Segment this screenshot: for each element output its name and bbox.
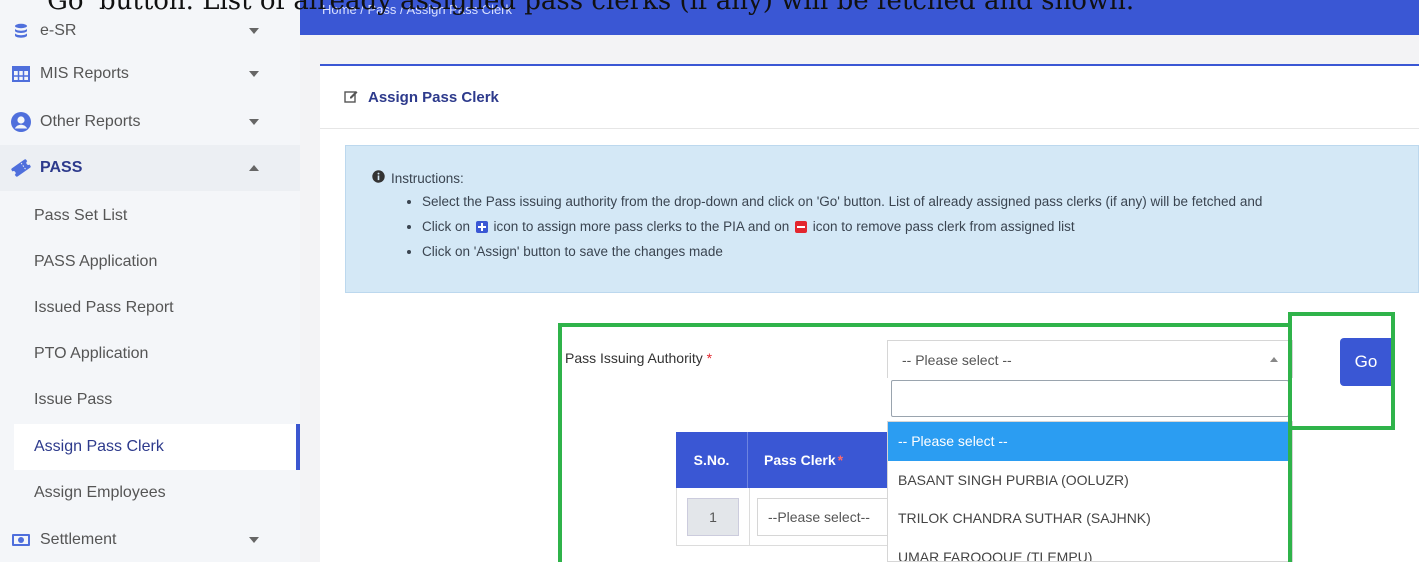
sidebar: e-SR MIS Reports Other Reports PASS Pass… xyxy=(0,0,300,562)
database-icon xyxy=(10,23,32,39)
instructions-list: Select the Pass issuing authority from t… xyxy=(422,192,1262,267)
pia-select-value: -- Please select -- xyxy=(902,351,1012,368)
instructions-title: Instructions: xyxy=(391,170,464,186)
sidebar-item-pass-set-list[interactable]: Pass Set List xyxy=(0,193,300,239)
sidebar-item-label: MIS Reports xyxy=(40,65,129,82)
table-row: 1 --Please select-- xyxy=(676,488,897,546)
sidebar-item-label: Other Reports xyxy=(40,113,141,130)
go-button[interactable]: Go xyxy=(1340,338,1392,386)
sidebar-item-pass-application[interactable]: PASS Application xyxy=(0,239,300,285)
instruction-item: Select the Pass issuing authority from t… xyxy=(422,192,1262,217)
minus-square-icon xyxy=(794,221,807,233)
pia-label: Pass Issuing Authority * xyxy=(565,350,713,366)
edit-icon xyxy=(344,89,358,106)
chevron-down-icon xyxy=(249,517,259,562)
user-circle-icon xyxy=(10,111,32,133)
sidebar-item-label: Settlement xyxy=(40,531,117,548)
sidebar-item-label: PASS xyxy=(40,159,83,176)
sidebar-item-issued-pass-report[interactable]: Issued Pass Report xyxy=(0,285,300,331)
table-icon xyxy=(10,66,32,82)
sidebar-item-settlement[interactable]: Settlement xyxy=(0,517,300,562)
sidebar-item-other-reports[interactable]: Other Reports xyxy=(0,99,300,145)
sidebar-item-assign-employees[interactable]: Assign Employees xyxy=(0,470,300,516)
card-header: Assign Pass Clerk xyxy=(320,66,1419,129)
chevron-up-icon xyxy=(249,145,259,191)
sidebar-item-issue-pass[interactable]: Issue Pass xyxy=(0,377,300,423)
sidebar-item-pto-application[interactable]: PTO Application xyxy=(0,331,300,377)
instruction-item: Click on icon to assign more pass clerks… xyxy=(422,217,1262,242)
dropdown-option[interactable]: TRILOK CHANDRA SUTHAR (SAJHNK) xyxy=(888,499,1292,538)
instruction-item: Click on 'Assign' button to save the cha… xyxy=(422,242,1262,267)
dropdown-option[interactable]: -- Please select -- xyxy=(888,422,1292,461)
pass-clerk-select[interactable]: --Please select-- xyxy=(757,498,897,536)
sidebar-item-mis-reports[interactable]: MIS Reports xyxy=(0,51,300,97)
dropdown-option[interactable]: UMAR FAROOQUE (TLEMPU) xyxy=(888,538,1292,561)
pia-search-input[interactable] xyxy=(891,380,1289,417)
column-header-sno: S.No. xyxy=(676,432,748,488)
info-icon xyxy=(372,170,385,186)
sidebar-item-pass[interactable]: PASS xyxy=(0,145,300,191)
sidebar-item-label: e-SR xyxy=(40,22,77,39)
pia-select[interactable]: -- Please select -- xyxy=(887,340,1293,378)
instructions-panel: Instructions: Select the Pass issuing au… xyxy=(345,145,1419,293)
caret-up-icon xyxy=(1270,357,1278,362)
pia-dropdown-list: -- Please select -- BASANT SINGH PURBIA … xyxy=(887,421,1293,562)
money-icon xyxy=(10,532,32,548)
plus-square-icon xyxy=(475,221,488,233)
row-sno: 1 xyxy=(687,498,739,536)
chevron-down-icon xyxy=(249,51,259,97)
column-header-pass-clerk: Pass Clerk * xyxy=(764,452,844,468)
ticket-icon xyxy=(10,158,32,178)
instruction-caption: 'Go' button. List of already assigned pa… xyxy=(40,0,1135,16)
dropdown-option[interactable]: BASANT SINGH PURBIA (OOLUZR) xyxy=(888,461,1292,500)
sidebar-item-assign-pass-clerk[interactable]: Assign Pass Clerk xyxy=(14,424,300,470)
required-mark: * xyxy=(706,350,713,366)
card-title: Assign Pass Clerk xyxy=(368,88,499,106)
clerk-table-header: S.No. Pass Clerk * xyxy=(676,432,896,488)
chevron-down-icon xyxy=(249,99,259,145)
